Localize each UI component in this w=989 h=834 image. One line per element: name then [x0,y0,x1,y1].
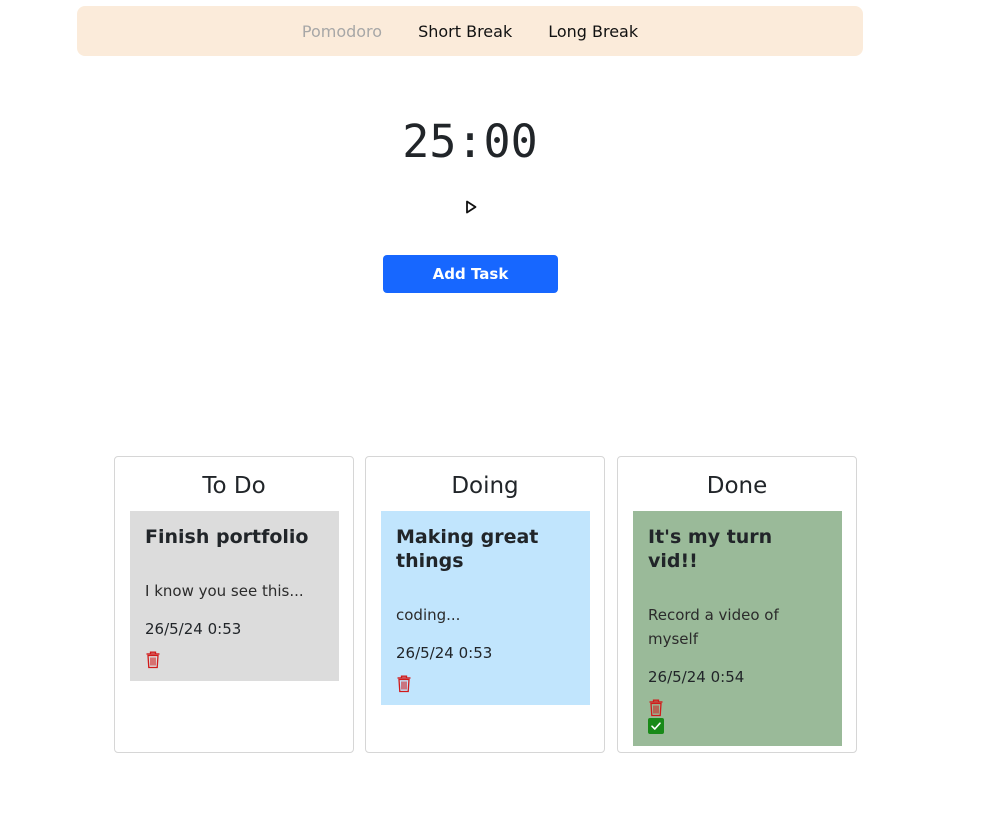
trash-icon[interactable] [396,675,412,693]
nav-short-break[interactable]: Short Break [400,22,530,41]
task-title: Making great things [396,526,539,572]
task-date: 26/5/24 0:53 [145,620,242,638]
nav-long-break[interactable]: Long Break [530,22,656,41]
trash-icon[interactable] [648,699,664,717]
task-card[interactable]: Finish portfolio I know you see this... … [130,511,339,681]
check-icon[interactable] [648,718,664,734]
column-doing: Doing Making great things coding... 26/5… [365,456,605,753]
task-description: I know you see this... [145,582,304,600]
column-title: Doing [451,473,519,499]
task-title: It's my turn vid!! [648,526,773,572]
task-date: 26/5/24 0:54 [648,668,745,686]
column-title: Done [706,473,768,499]
play-icon [466,200,477,214]
trash-icon[interactable] [145,651,161,669]
nav-pomodoro[interactable]: Pomodoro [284,22,400,41]
column-todo: To Do Finish portfolio I know you see th… [114,456,354,753]
timer-mode-nav: Pomodoro Short Break Long Break [77,6,863,56]
task-description: coding... [396,606,461,624]
timer-display: 25:00 [402,115,538,168]
column-title: To Do [202,473,266,499]
task-card[interactable]: Making great things coding... 26/5/24 0:… [381,511,590,705]
add-task-button[interactable]: Add Task [383,255,558,293]
task-description: Record a video of myself [648,606,779,648]
task-title: Finish portfolio [145,526,309,548]
column-done: Done It's my turn vid!! Record a video o… [617,456,857,753]
task-date: 26/5/24 0:53 [396,644,493,662]
task-card[interactable]: It's my turn vid!! Record a video of mys… [633,511,842,746]
play-button[interactable] [459,196,483,218]
